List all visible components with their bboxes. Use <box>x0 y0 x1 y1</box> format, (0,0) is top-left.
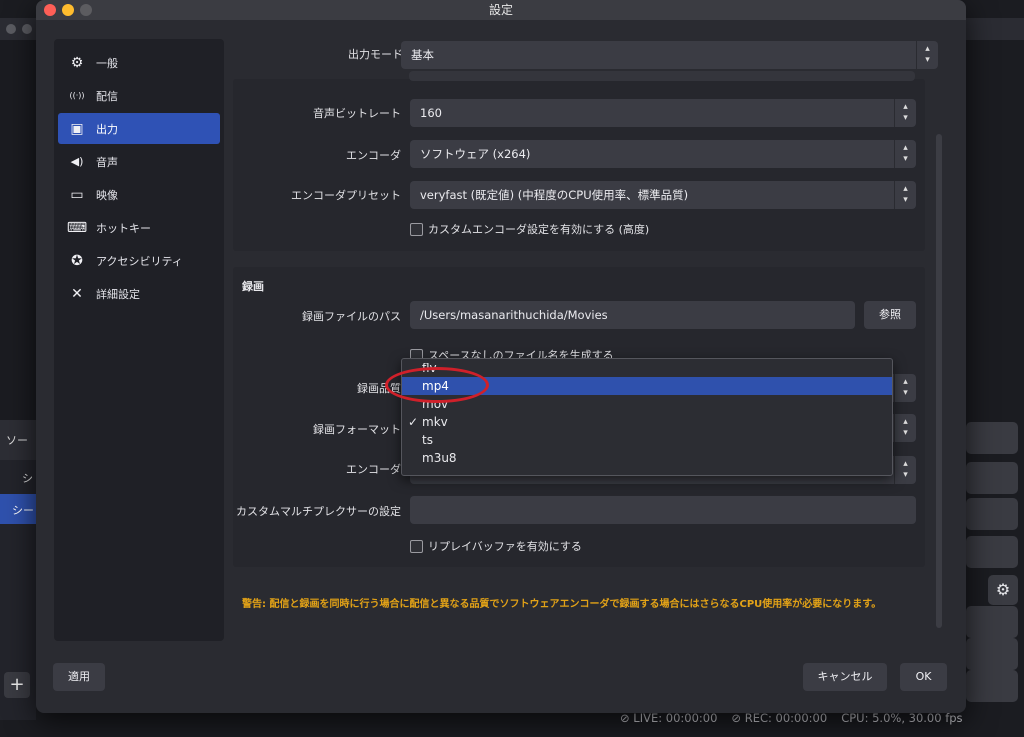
control-button[interactable] <box>966 670 1018 702</box>
encoder-preset-select[interactable]: veryfast (既定値) (中程度のCPU使用率、標準品質) ▴ ▾ <box>410 181 916 209</box>
select-arrows-icon: ▴ ▾ <box>894 140 916 168</box>
encoder-preset-label: エンコーダプリセット <box>291 189 401 202</box>
add-scene-button[interactable]: + <box>4 672 30 698</box>
format-option-mov[interactable]: mov <box>402 395 892 413</box>
stream-encoder-select[interactable]: ソフトウェア (x264) ▴ ▾ <box>410 140 916 168</box>
scene-item[interactable]: シー <box>0 494 36 524</box>
zoom-window-button[interactable] <box>80 4 92 16</box>
select-arrows-icon: ▴ ▾ <box>916 41 938 69</box>
content-scrollbar[interactable] <box>936 134 942 628</box>
scrolled-field-edge <box>409 71 915 81</box>
main-minimize-dot[interactable] <box>22 24 32 34</box>
audio-bitrate-select[interactable]: 160 ▴ ▾ <box>410 99 916 127</box>
sidebar-item-accessibility[interactable]: ✪ アクセシビリティ <box>58 245 220 276</box>
monitor-icon: ▭ <box>70 186 84 203</box>
format-option-mkv[interactable]: ✓ mkv <box>402 413 892 431</box>
rec-status: ⊘ REC: 00:00:00 <box>731 711 828 725</box>
sidebar-item-stream[interactable]: ((·)) 配信 <box>58 80 220 111</box>
ok-button[interactable]: OK <box>900 663 947 691</box>
recording-section-title: 録画 <box>242 280 264 293</box>
dialog-titlebar: 設定 <box>36 0 966 20</box>
sidebar-item-output[interactable]: ▣ 出力 <box>58 113 220 144</box>
control-button[interactable] <box>966 422 1018 454</box>
output-settings-content: 出力モード 基本 ▴ ▾ 音声ビットレート 160 ▴ ▾ エンコーダ ソフトウェア… <box>233 39 953 639</box>
audio-bitrate-label: 音声ビットレート <box>313 107 401 120</box>
custom-muxer-label: カスタムマルチプレクサーの設定 <box>236 505 401 518</box>
output-mode-select[interactable]: 基本 ▴ ▾ <box>401 41 938 69</box>
select-arrows-icon: ▴ ▾ <box>894 456 916 484</box>
output-icon: ▣ <box>70 120 84 137</box>
select-arrows-icon: ▴ ▾ <box>894 374 916 402</box>
settings-dialog: 設定 ⚙ 一般 ((·)) 配信 ▣ 出力 ◀) 音声 ▭ 映像 ⌨ ホットキー ✪ アクセシ… <box>36 0 966 713</box>
custom-muxer-input[interactable] <box>410 496 916 524</box>
checkbox-box[interactable] <box>410 222 423 236</box>
select-arrows-icon: ▴ ▾ <box>894 99 916 127</box>
accessibility-icon: ✪ <box>71 252 83 269</box>
control-button[interactable] <box>966 606 1018 638</box>
close-window-button[interactable] <box>44 4 56 16</box>
cancel-button[interactable]: キャンセル <box>803 663 887 691</box>
recording-quality-label: 録画品質 <box>357 382 401 395</box>
cpu-warning-text: 警告: 配信と録画を同時に行う場合に配信と異なる品質でソフトウェアエンコーダで録… <box>242 599 882 610</box>
control-button[interactable] <box>966 498 1018 530</box>
recording-format-label: 録画フォーマット <box>313 423 401 436</box>
live-status: ⊘ LIVE: 00:00:00 <box>620 711 718 725</box>
sidebar-item-hotkeys[interactable]: ⌨ ホットキー <box>58 212 220 243</box>
select-arrows-icon: ▴ ▾ <box>894 181 916 209</box>
format-option-m3u8[interactable]: m3u8 <box>402 449 892 467</box>
recording-encoder-label: エンコーダ <box>346 463 401 476</box>
tools-icon: ✕ <box>71 285 83 302</box>
browse-button[interactable]: 参照 <box>864 301 916 329</box>
output-mode-label: 出力モード <box>348 48 403 61</box>
stream-encoder-label: エンコーダ <box>346 149 401 162</box>
checkmark-icon: ✓ <box>408 415 419 429</box>
sidebar-item-advanced[interactable]: ✕ 詳細設定 <box>58 278 220 309</box>
replay-buffer-checkbox[interactable]: リプレイバッファを有効にする <box>410 538 582 554</box>
highlight-ellipse-annotation <box>385 367 489 403</box>
settings-sidebar: ⚙ 一般 ((·)) 配信 ▣ 出力 ◀) 音声 ▭ 映像 ⌨ ホットキー ✪ アクセシビリテ… <box>54 39 224 641</box>
checkbox-box[interactable] <box>410 539 423 553</box>
main-close-dot[interactable] <box>6 24 16 34</box>
control-button[interactable] <box>966 536 1018 568</box>
rec-icon: ⊘ <box>731 711 745 725</box>
recording-path-input[interactable]: /Users/masanarithuchida/Movies <box>410 301 855 329</box>
control-button[interactable] <box>966 638 1018 670</box>
cpu-status: CPU: 5.0%, 30.00 fps <box>841 711 963 725</box>
live-icon: ⊘ <box>620 711 634 725</box>
sidebar-item-audio[interactable]: ◀) 音声 <box>58 146 220 177</box>
sources-dock-label: ソー <box>0 420 36 460</box>
recording-path-label: 録画ファイルのパス <box>302 310 401 323</box>
control-button[interactable] <box>966 462 1018 494</box>
broadcast-icon: ((·)) <box>69 91 85 100</box>
scene-header: シ <box>22 472 33 485</box>
format-option-ts[interactable]: ts <box>402 431 892 449</box>
select-arrows-icon: ▴ ▾ <box>894 414 916 442</box>
sidebar-item-video[interactable]: ▭ 映像 <box>58 179 220 210</box>
sidebar-item-general[interactable]: ⚙ 一般 <box>58 47 220 78</box>
keyboard-icon: ⌨ <box>66 219 88 236</box>
speaker-icon: ◀) <box>70 155 84 168</box>
gear-icon: ⚙ <box>70 54 84 71</box>
minimize-window-button[interactable] <box>62 4 74 16</box>
apply-button[interactable]: 適用 <box>53 663 105 691</box>
custom-encoder-checkbox[interactable]: カスタムエンコーダ設定を有効にする (高度) <box>410 221 649 237</box>
settings-gear-icon[interactable]: ⚙ <box>988 575 1018 605</box>
